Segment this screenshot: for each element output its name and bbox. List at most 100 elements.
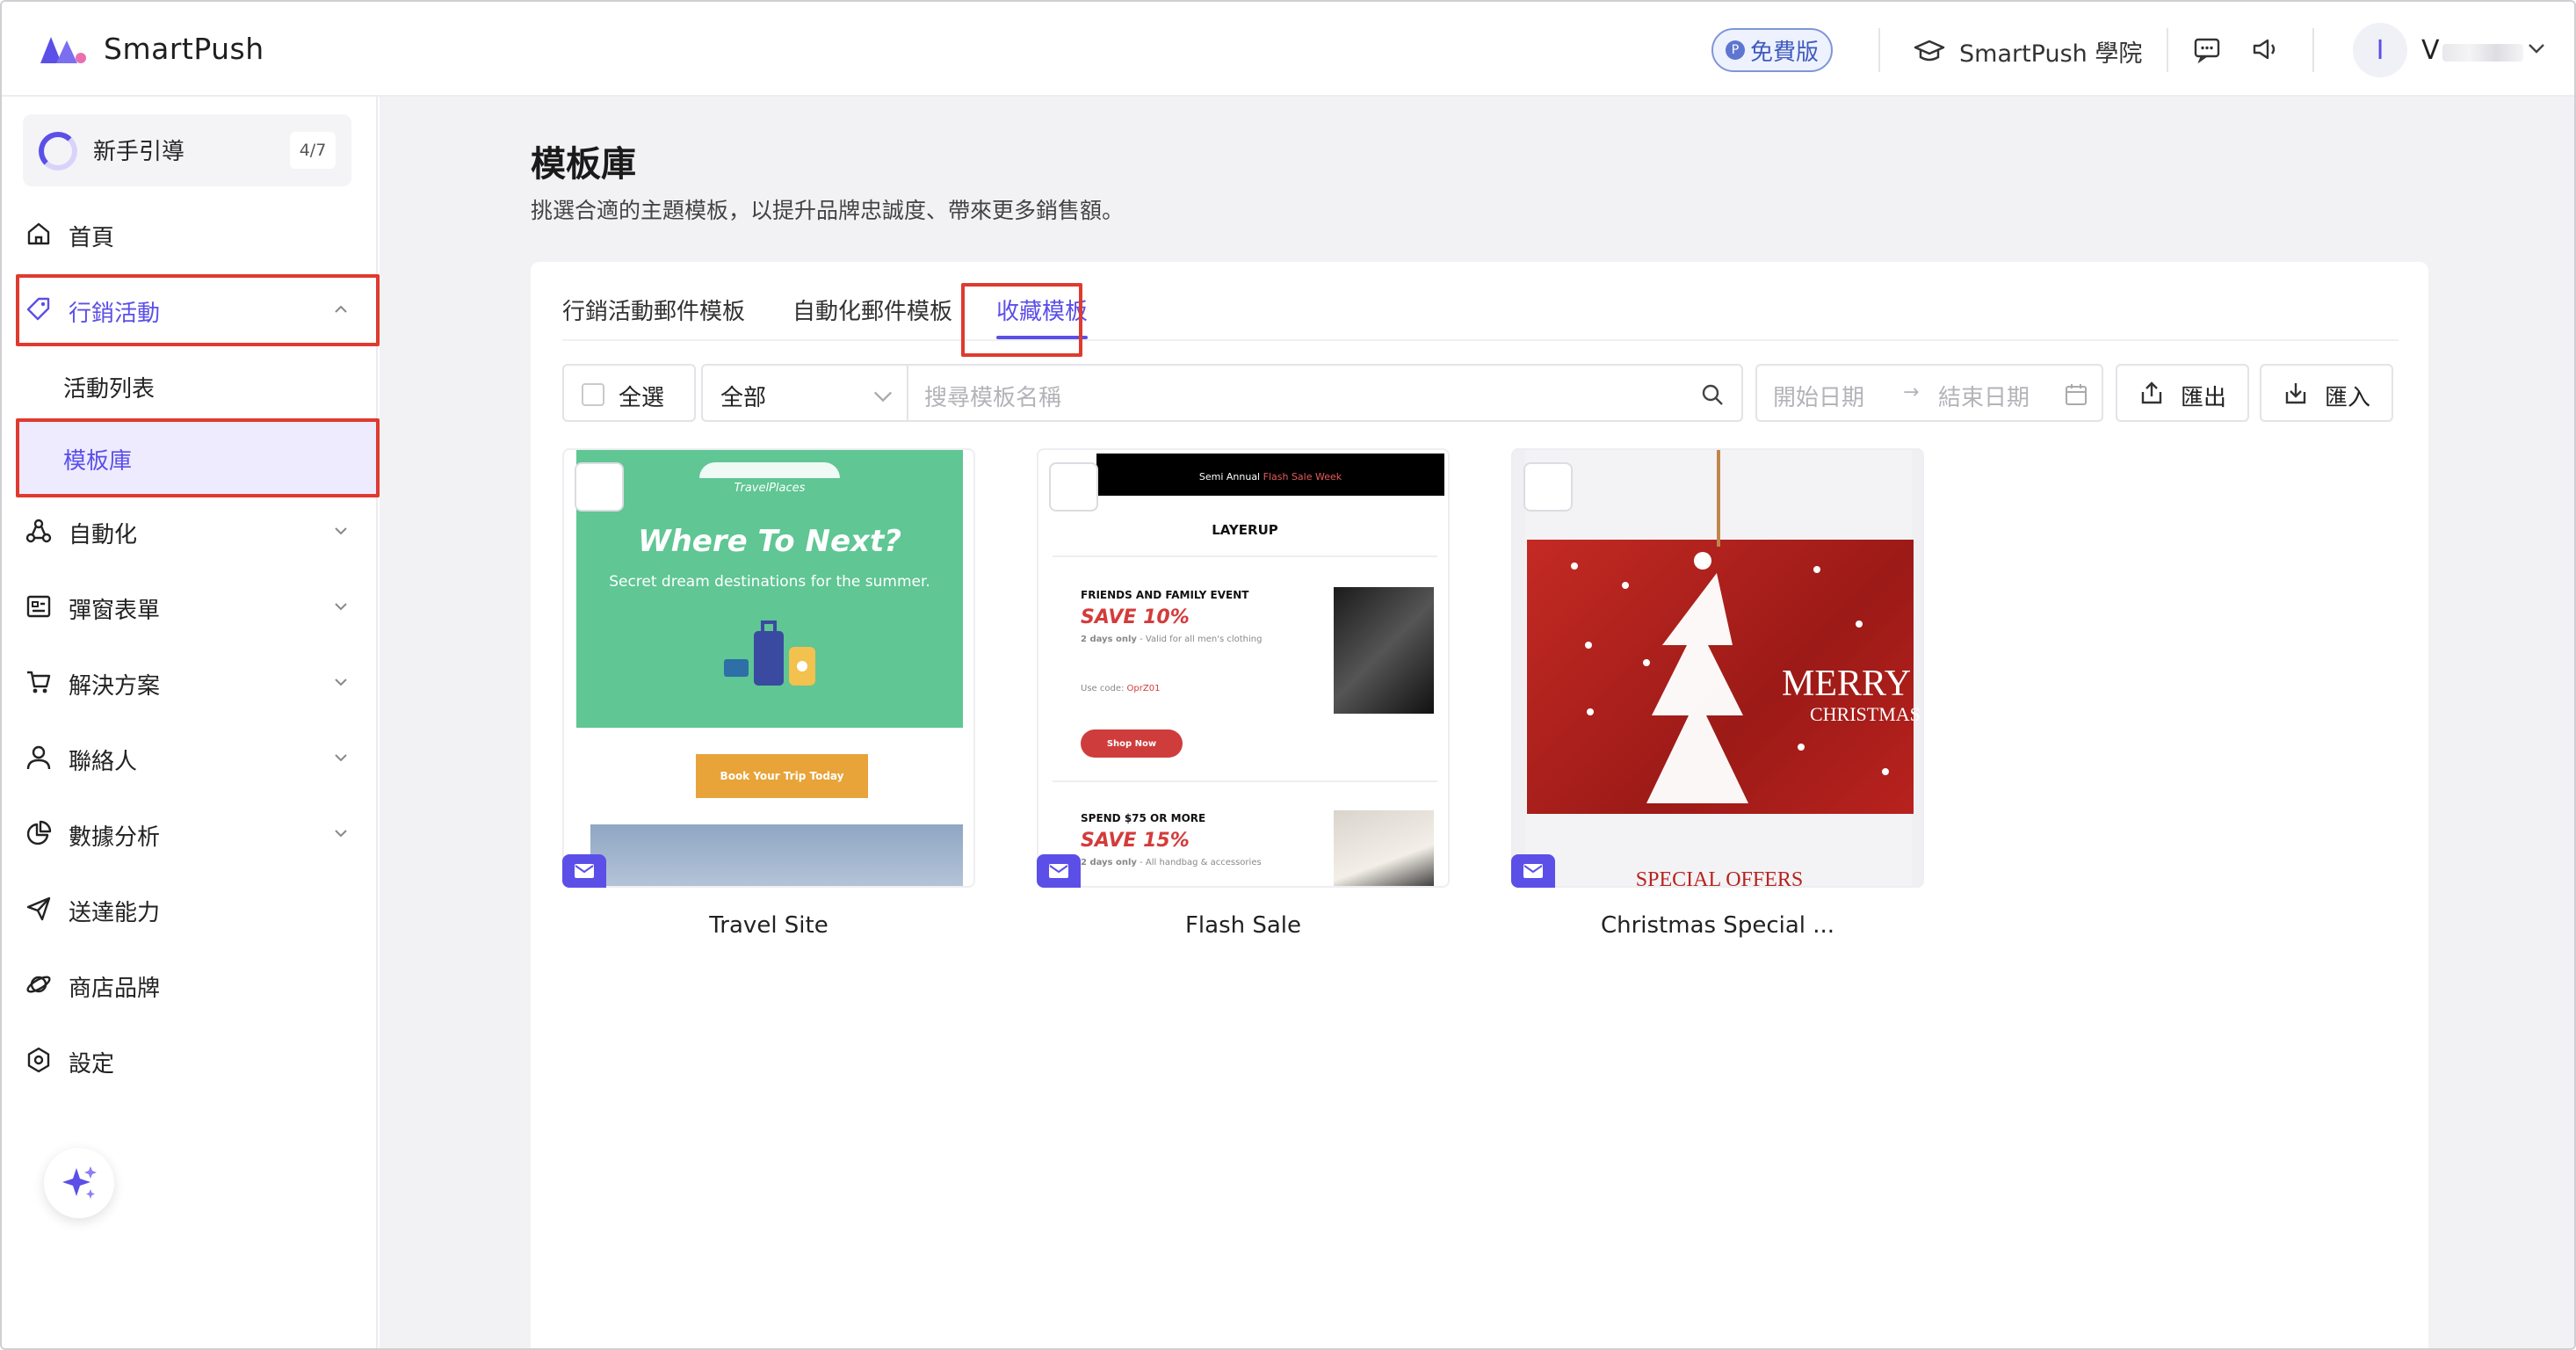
chevron-down-icon: [335, 830, 347, 838]
planet-icon: [26, 976, 51, 993]
mail-icon: [1049, 864, 1068, 878]
search-input[interactable]: 搜尋模板名稱: [907, 364, 1743, 422]
user-avatar[interactable]: I: [2353, 23, 2407, 77]
sale-event-1: FRIENDS AND FAMILY EVENT: [1081, 589, 1249, 601]
sale-code-label: Use code:: [1081, 684, 1127, 693]
checkbox[interactable]: [582, 383, 604, 406]
christmas-tree-icon: [1571, 552, 1889, 803]
export-label: 匯出: [2181, 385, 2227, 411]
plan-icon: P: [1725, 40, 1745, 60]
sidebar-item-automation[interactable]: 自動化: [2, 496, 376, 566]
travel-image: [590, 824, 963, 886]
chevron-up-icon: [335, 305, 347, 313]
announcement-icon[interactable]: [2251, 35, 2279, 63]
user-name-redacted: [2442, 44, 2523, 62]
travel-headline: Where To Next?: [638, 524, 901, 559]
tab-automation-templates[interactable]: 自動化郵件模板: [792, 294, 952, 326]
sidebar-item-label: 數據分析: [69, 824, 161, 851]
import-icon: [2285, 383, 2306, 404]
travel-hero: TravelPlaces Where To Next? Secret dream…: [576, 450, 963, 728]
tab-favorite-templates[interactable]: 收藏模板: [996, 294, 1088, 326]
template-name[interactable]: Flash Sale: [1037, 912, 1450, 939]
search-icon[interactable]: [1699, 381, 1726, 408]
template-tabs: 行銷活動郵件模板 自動化郵件模板 收藏模板: [562, 262, 2399, 341]
end-date-placeholder[interactable]: 結束日期: [1938, 380, 2030, 412]
export-icon: [2141, 381, 2162, 404]
select-all-checkbox[interactable]: 全選: [562, 364, 696, 422]
chevron-down-icon: [335, 603, 347, 611]
mail-icon: [1523, 864, 1543, 878]
sale-banner-highlight: Flash Sale Week: [1263, 471, 1342, 483]
sidebar-item-label: 模板庫: [63, 448, 133, 475]
sale-save-2: SAVE 15%: [1081, 830, 1190, 852]
template-card-panel: 行銷活動郵件模板 自動化郵件模板 收藏模板 全選 全部 搜尋模板名稱 開始日期 …: [531, 262, 2428, 1348]
sidebar: 新手引導 4/7 首頁 行銷活動 活動列表 模板庫 自動化 彈窗表單 解決方案 …: [2, 97, 380, 1348]
start-date-placeholder[interactable]: 開始日期: [1773, 380, 1864, 412]
sidebar-item-home[interactable]: 首頁: [2, 199, 376, 269]
user-name[interactable]: V: [2421, 35, 2440, 66]
template-name[interactable]: Christmas Special ...: [1511, 912, 1924, 939]
message-icon[interactable]: [2193, 35, 2221, 63]
date-range-picker[interactable]: 開始日期 → 結束日期: [1755, 364, 2103, 422]
sale-logo: LAYERUP: [1212, 522, 1278, 538]
page-subtitle: 挑選合適的主題模板，以提升品牌忠誠度、帶來更多銷售額。: [531, 198, 1125, 223]
sidebar-item-solutions[interactable]: 解決方案: [2, 647, 376, 717]
import-button[interactable]: 匯入: [2260, 364, 2393, 422]
sidebar-item-label: 自動化: [69, 522, 138, 548]
sale-model-image-2: [1334, 810, 1434, 886]
chevron-down-icon: [335, 754, 347, 762]
sidebar-item-analytics[interactable]: 數據分析: [2, 798, 376, 868]
automation-icon: [25, 519, 52, 543]
template-preview[interactable]: Semi Annual Flash Sale Week LAYERUP FRIE…: [1037, 448, 1450, 888]
mail-icon: [575, 864, 594, 878]
free-plan-badge[interactable]: P 免費版: [1711, 28, 1833, 72]
sidebar-item-contacts[interactable]: 聯絡人: [2, 722, 376, 793]
cart-icon: [27, 671, 51, 693]
sidebar-item-deliverability[interactable]: 送達能力: [2, 874, 376, 944]
template-select-checkbox[interactable]: [1049, 462, 1098, 512]
onboarding-guide[interactable]: 新手引導 4/7: [23, 114, 351, 186]
template-select-checkbox[interactable]: [1523, 462, 1573, 512]
sidebar-item-store-brand[interactable]: 商店品牌: [2, 949, 376, 1020]
email-type-badge: [1037, 854, 1081, 888]
tab-marketing-templates[interactable]: 行銷活動郵件模板: [562, 294, 745, 326]
template-preview[interactable]: TravelPlaces Where To Next? Secret dream…: [562, 448, 975, 888]
smartpush-logo-icon[interactable]: [37, 32, 88, 67]
sidebar-item-settings[interactable]: 設定: [2, 1025, 376, 1095]
sale-note-1-bold: 2 days only: [1081, 635, 1137, 644]
header-divider: [2312, 28, 2314, 72]
sale-note-1: 2 days only - Valid for all men's clothi…: [1081, 635, 1262, 644]
sale-code: Use code: OprZ01: [1081, 684, 1160, 693]
export-button[interactable]: 匯出: [2116, 364, 2249, 422]
sidebar-item-label: 商店品牌: [69, 976, 161, 1002]
guide-progress-count: 4/7: [290, 132, 336, 169]
sidebar-item-marketing[interactable]: 行銷活動: [2, 274, 376, 345]
sale-model-image-1: [1334, 587, 1434, 714]
travel-brand: TravelPlaces: [734, 482, 806, 495]
academy-link[interactable]: SmartPush 學院: [1914, 33, 2142, 69]
sidebar-subitem-template-library[interactable]: 模板庫: [18, 420, 376, 496]
template-preview[interactable]: MERRY CHRISTMAS SPECIAL OFFERS: [1511, 448, 1924, 888]
search-placeholder: 搜尋模板名稱: [924, 385, 1062, 411]
header-divider: [2167, 28, 2168, 72]
luggage-icon: [724, 621, 815, 686]
sidebar-subitem-activity-list[interactable]: 活動列表: [2, 350, 376, 420]
chevron-down-icon: [335, 527, 347, 535]
app-name[interactable]: SmartPush: [104, 32, 264, 66]
divider: [1053, 780, 1437, 782]
main-content: 模板庫 挑選合適的主題模板，以提升品牌忠誠度、帶來更多銷售額。 行銷活動郵件模板…: [380, 97, 2574, 1348]
sidebar-item-popup-forms[interactable]: 彈窗表單: [2, 571, 376, 642]
sale-shop-button: Shop Now: [1081, 729, 1183, 758]
template-select-checkbox[interactable]: [575, 462, 624, 512]
import-label: 匯入: [2325, 385, 2371, 411]
category-select[interactable]: 全部: [701, 364, 908, 422]
free-plan-label: 免費版: [1749, 39, 1819, 66]
user-icon: [26, 745, 51, 770]
ai-assistant-button[interactable]: [44, 1148, 114, 1218]
xmas-offers: SPECIAL OFFERS: [1635, 868, 1804, 888]
chevron-down-icon[interactable]: [2525, 37, 2548, 60]
calendar-icon: [2066, 384, 2087, 405]
sale-note-2-bold: 2 days only: [1081, 858, 1137, 867]
template-name[interactable]: Travel Site: [562, 912, 975, 939]
email-type-badge: [1511, 854, 1555, 888]
